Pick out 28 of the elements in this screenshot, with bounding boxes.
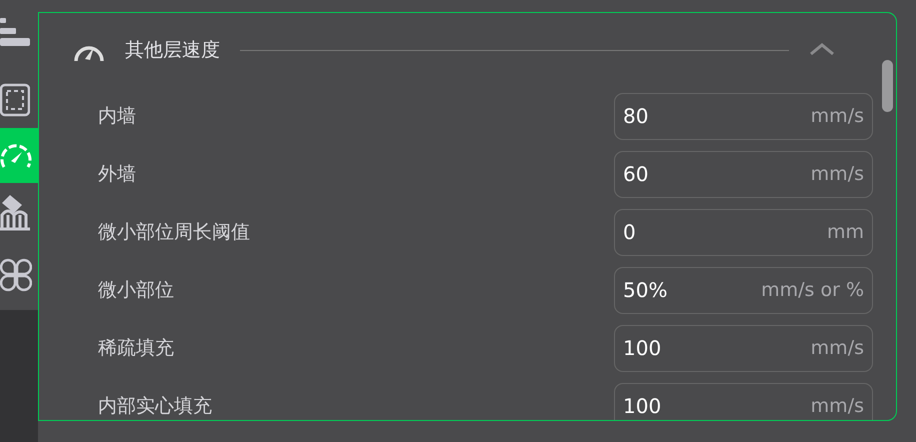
setting-label: 微小部位周长阈值 — [98, 221, 251, 243]
setting-label: 稀疏填充 — [98, 337, 175, 359]
scrollbar[interactable] — [882, 60, 893, 112]
section-title: 其他层速度 — [125, 38, 220, 63]
input-field[interactable]: 80 mm/s — [614, 92, 873, 140]
clover-icon — [0, 256, 32, 294]
collapse-chevron-icon[interactable] — [809, 42, 835, 56]
unit-label: mm/s — [810, 163, 864, 185]
support-icon — [0, 192, 32, 230]
unit-label: mm — [826, 221, 864, 243]
input-field[interactable]: 0 mm — [614, 208, 873, 256]
sidebar-tab[interactable] — [0, 240, 38, 310]
unit-label: mm/s — [810, 395, 864, 417]
input-field[interactable]: 100 mm/s — [614, 324, 873, 372]
input-field[interactable]: 100 mm/s — [614, 382, 873, 420]
unit-label: mm/s or % — [761, 279, 864, 301]
sidebar-tab[interactable] — [0, 0, 38, 72]
input-field[interactable]: 50% mm/s or % — [614, 266, 873, 314]
frame-icon — [0, 83, 30, 117]
setting-label: 微小部位 — [98, 279, 175, 301]
sidebar-tab[interactable] — [0, 183, 38, 240]
unit-label: mm/s — [810, 337, 864, 359]
sidebar-tab[interactable] — [0, 72, 38, 128]
input-field[interactable]: 60 mm/s — [614, 150, 873, 198]
setting-label: 外墙 — [98, 163, 137, 185]
unit-label: mm/s — [810, 105, 864, 127]
setting-label: 内墙 — [98, 105, 137, 127]
setting-label: 内部实心填充 — [98, 395, 213, 417]
